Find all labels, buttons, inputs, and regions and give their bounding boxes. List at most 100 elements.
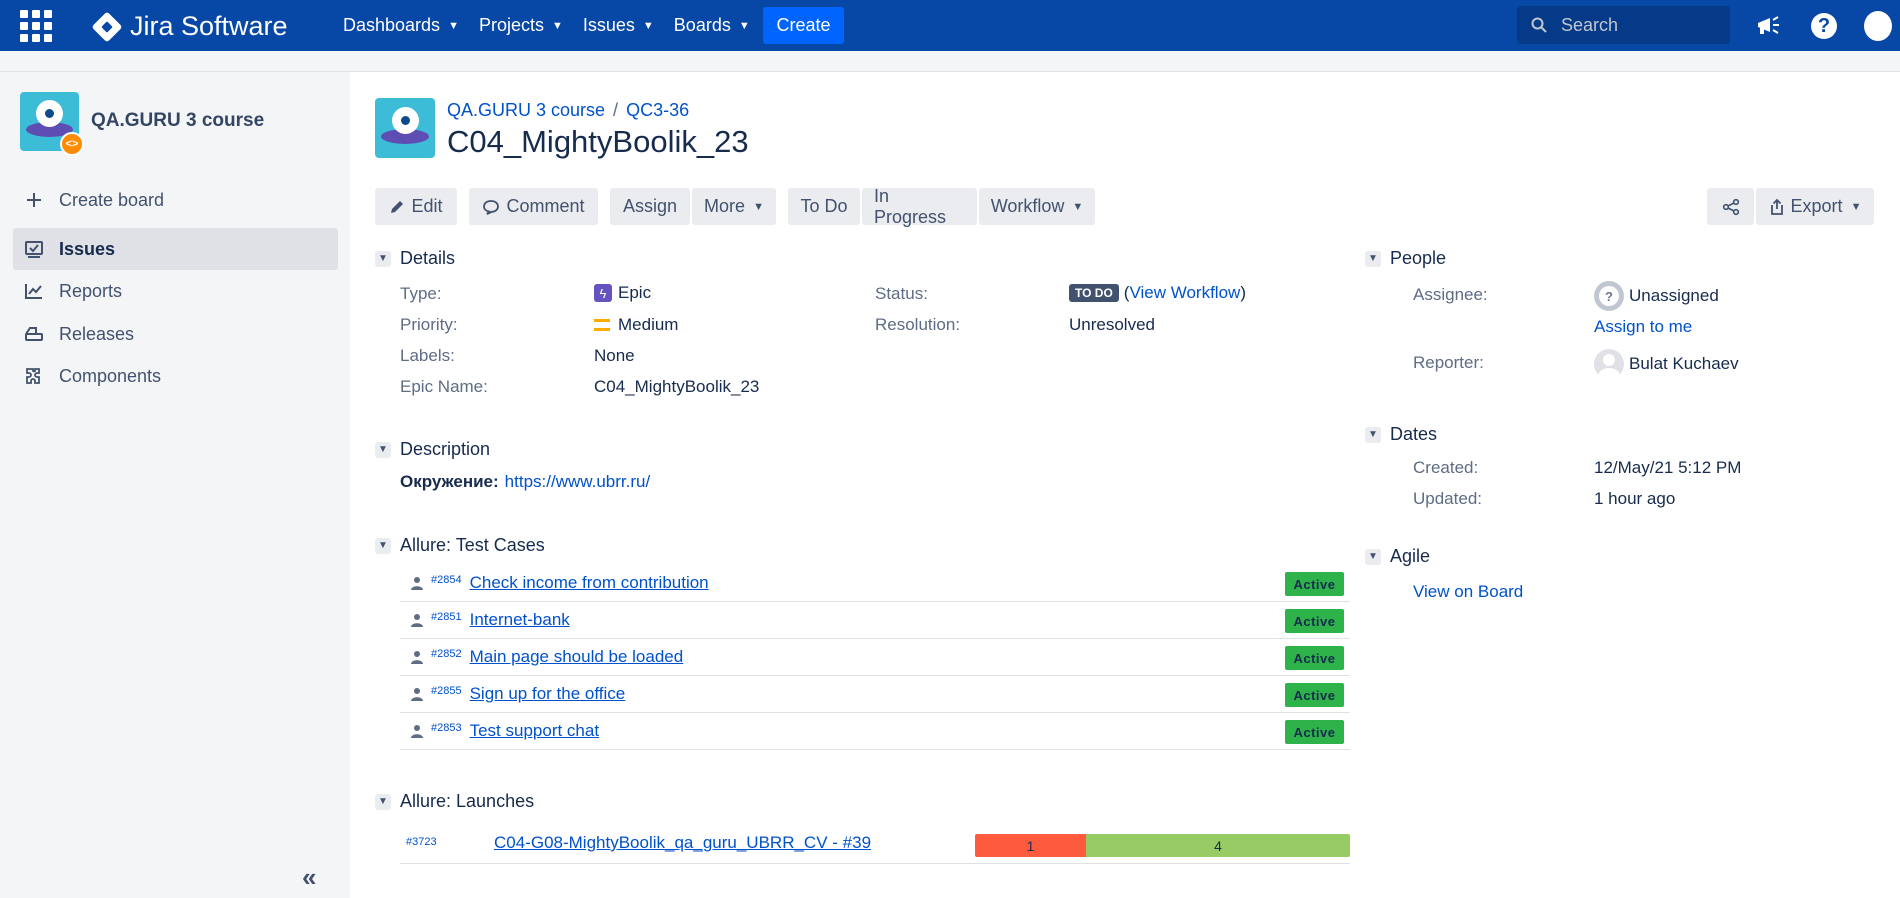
labels-label: Labels: [400, 346, 455, 365]
sidebar-item-create-board[interactable]: Create board [13, 179, 338, 221]
priority-value: Medium [594, 315, 678, 335]
reporter-value[interactable]: Bulat Kuchaev [1594, 349, 1739, 379]
test-case-name-link[interactable]: Check income from contribution [470, 573, 709, 593]
user-icon [411, 651, 423, 664]
software-project-badge-icon: <> [60, 132, 84, 156]
description-heading: Description [400, 439, 491, 459]
chevron-down-icon: ▼ [753, 200, 764, 213]
project-name[interactable]: QA.GURU 3 course [91, 110, 264, 132]
sidebar-item-issues[interactable]: Issues [13, 228, 338, 270]
chevron-down-icon: ▼ [1365, 250, 1381, 267]
sidebar-item-releases[interactable]: Releases [13, 313, 338, 355]
details-section-header[interactable]: ▼ Details [375, 248, 455, 269]
nav-dashboards[interactable]: Dashboards ▼ [343, 15, 459, 36]
agile-heading: Agile [1390, 546, 1431, 566]
epic-name-value: C04_MightyBoolik_23 [594, 377, 760, 396]
chevron-down-icon: ▼ [448, 19, 459, 32]
view-on-board-link[interactable]: View on Board [1413, 582, 1523, 602]
more-button-label: More [704, 196, 746, 216]
test-case-id[interactable]: #2852 [431, 648, 462, 660]
workflow-button[interactable]: Workflow ▼ [979, 188, 1095, 225]
nav-projects-label: Projects [478, 15, 544, 35]
assignee-value: ? Unassigned [1594, 281, 1719, 311]
epic-name-label: Epic Name: [400, 377, 488, 396]
status-badge: Active [1285, 646, 1344, 670]
nav-boards[interactable]: Boards ▼ [674, 15, 750, 36]
assign-to-me-link[interactable]: Assign to me [1594, 317, 1692, 337]
comment-button[interactable]: Comment [469, 188, 598, 225]
nav-issues[interactable]: Issues ▼ [583, 15, 654, 36]
app-switcher-icon[interactable] [20, 10, 52, 42]
edit-button[interactable]: Edit [375, 188, 457, 225]
description-env-label: Окружение: [400, 472, 499, 491]
chevron-down-icon: ▼ [1365, 426, 1381, 443]
edit-button-label: Edit [411, 196, 443, 216]
user-icon [411, 725, 423, 738]
allure-test-cases-section-header[interactable]: ▼ Allure: Test Cases [375, 535, 545, 556]
chevron-down-icon: ▼ [1365, 548, 1381, 565]
nav-projects[interactable]: Projects ▼ [479, 15, 563, 36]
allure-test-cases-heading: Allure: Test Cases [400, 535, 545, 555]
people-section-header[interactable]: ▼ People [1365, 248, 1446, 269]
export-icon [1770, 198, 1783, 215]
launch-row: #3723 C04-G08-MightyBoolik_qa_guru_UBRR_… [400, 827, 1350, 864]
breadcrumb-issue-key-link[interactable]: QC3-36 [626, 100, 689, 121]
sidebar-item-label: Create board [59, 189, 165, 210]
status-badge: Active [1285, 720, 1344, 744]
launch-name-link[interactable]: C04-G08-MightyBoolik_qa_guru_UBRR_CV - #… [494, 833, 871, 853]
dates-section-header[interactable]: ▼ Dates [1365, 424, 1437, 445]
logo-text: Jira Software [130, 11, 288, 41]
chevron-down-icon: ▼ [642, 19, 654, 32]
search-placeholder: Search [1561, 14, 1619, 35]
to-do-button[interactable]: To Do [788, 188, 860, 225]
test-case-name-link[interactable]: Test support chat [470, 721, 599, 741]
updated-value: 1 hour ago [1594, 489, 1676, 508]
test-case-id[interactable]: #2855 [431, 685, 462, 697]
status-label: Status: [875, 284, 928, 303]
priority-label: Priority: [400, 315, 458, 334]
agile-section-header[interactable]: ▼ Agile [1365, 546, 1431, 567]
view-workflow-link[interactable]: View Workflow [1129, 283, 1240, 303]
reporter-value-text: Bulat Kuchaev [1629, 354, 1739, 373]
reporter-avatar-icon [1594, 349, 1624, 379]
more-button[interactable]: More ▼ [692, 188, 776, 225]
sidebar-item-reports[interactable]: Reports [13, 270, 338, 312]
search-input[interactable]: Search [1517, 6, 1730, 44]
in-progress-button[interactable]: In Progress [862, 186, 977, 227]
description-body[interactable]: Окружение: https://www.ubrr.ru/ [400, 472, 650, 492]
nav-dashboards-label: Dashboards [343, 15, 441, 35]
allure-launches-section-header[interactable]: ▼ Allure: Launches [375, 791, 534, 812]
issue-project-avatar[interactable] [375, 98, 435, 158]
test-case-id[interactable]: #2854 [431, 574, 462, 586]
description-section-header[interactable]: ▼ Description [375, 439, 491, 460]
assignee-label: Assignee: [1413, 285, 1488, 304]
description-link[interactable]: https://www.ubrr.ru/ [505, 472, 651, 492]
launch-id[interactable]: #3723 [406, 836, 437, 848]
test-case-id[interactable]: #2853 [431, 722, 462, 734]
create-button[interactable]: Create [763, 7, 844, 44]
assign-button[interactable]: Assign [610, 188, 690, 225]
test-case-name-link[interactable]: Sign up for the office [470, 684, 626, 704]
launch-result-bar[interactable]: 1 4 [975, 834, 1350, 857]
help-icon[interactable]: ? [1810, 12, 1838, 40]
nav-issues-label: Issues [582, 15, 635, 35]
alien-eye-shape [36, 100, 63, 127]
components-icon [26, 368, 40, 384]
project-avatar[interactable]: <> [20, 92, 84, 156]
sidebar-item-components[interactable]: Components [13, 355, 338, 397]
collapse-sidebar-icon[interactable]: « [302, 862, 316, 893]
share-button[interactable] [1707, 188, 1754, 225]
user-avatar[interactable] [1864, 11, 1892, 41]
test-case-id[interactable]: #2851 [431, 611, 462, 623]
test-case-name-link[interactable]: Internet-bank [470, 610, 570, 630]
jira-logo[interactable]: Jira Software [91, 10, 288, 43]
user-icon [411, 577, 423, 590]
reporter-label: Reporter: [1413, 353, 1484, 372]
export-button[interactable]: Export ▼ [1756, 188, 1874, 225]
failed-segment: 1 [975, 834, 1086, 857]
notifications-megaphone-icon[interactable] [1755, 12, 1783, 40]
user-icon [411, 614, 423, 627]
test-case-name-link[interactable]: Main page should be loaded [470, 647, 684, 667]
issue-view: QA.GURU 3 course / QC3-36 C04_MightyBool… [350, 72, 1900, 898]
breadcrumb-project-link[interactable]: QA.GURU 3 course [447, 100, 605, 121]
